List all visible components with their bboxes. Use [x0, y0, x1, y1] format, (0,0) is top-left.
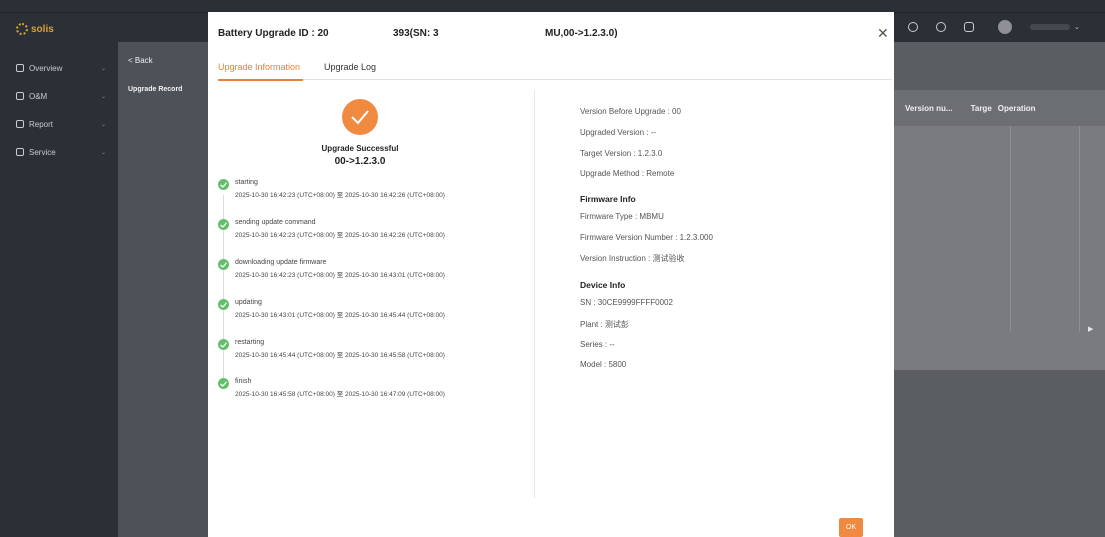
step-time: 2025-10-30 16:45:44 (UTC+08:00) 至 2025-1… — [235, 352, 445, 359]
sidebar-item-service[interactable]: Service ⌄ — [0, 138, 118, 166]
scroll-right-icon[interactable]: ▶ — [1088, 325, 1093, 333]
sun-logo-icon — [16, 23, 28, 35]
chevron-down-icon[interactable]: ⌄ — [1074, 23, 1080, 31]
active-tab-indicator — [218, 79, 303, 81]
dialog-title-part-2: 393(SN: 3 — [393, 28, 439, 39]
logo-text: solis — [31, 23, 54, 35]
step-time: 2025-10-30 16:42:23 (UTC+08:00) 至 2025-1… — [235, 272, 445, 279]
check-circle-icon — [218, 378, 229, 389]
sidebar-item-om[interactable]: O&M ⌄ — [0, 82, 118, 110]
step-name: downloading update firmware — [235, 259, 327, 266]
chat-icon[interactable] — [908, 22, 918, 32]
avatar[interactable] — [998, 20, 1012, 34]
sidebar-item-label: O&M — [29, 91, 48, 101]
chevron-down-icon: ⌄ — [100, 65, 106, 72]
tab-upgrade-log[interactable]: Upgrade Log — [324, 62, 376, 72]
sidebar-item-label: Report — [29, 119, 54, 129]
username-placeholder[interactable] — [1030, 24, 1070, 30]
step-name: sending update command — [235, 219, 316, 226]
device-model: Model : 5800 — [580, 360, 627, 369]
check-circle-icon — [218, 299, 229, 310]
check-circle-icon — [218, 219, 229, 230]
device-series: Series : -- — [580, 340, 615, 349]
sidebar-item-report[interactable]: Report ⌄ — [0, 110, 118, 138]
step-name: starting — [235, 179, 258, 186]
column-header-operation[interactable]: Operation — [998, 104, 1036, 113]
wrench-icon — [16, 92, 24, 100]
chevron-down-icon: ⌄ — [100, 93, 106, 100]
status-title: Upgrade Successful — [321, 144, 399, 153]
firmware-type: Firmware Type : MBMU — [580, 212, 664, 221]
sub-item-upgrade-record[interactable]: Upgrade Record — [128, 86, 182, 93]
version-before-upgrade: Version Before Upgrade : 00 — [580, 107, 681, 116]
step-name: restarting — [235, 339, 265, 346]
sidebar-item-label: Overview — [29, 63, 63, 73]
close-icon[interactable]: ✕ — [877, 25, 889, 42]
ok-button[interactable]: OK — [839, 518, 863, 537]
firmware-version-number: Firmware Version Number : 1.2.3.000 — [580, 233, 713, 242]
sidebar-item-label: Service — [29, 147, 56, 157]
table-column-divider — [1010, 126, 1080, 332]
device-plant: Plant : 测试彭 — [580, 320, 629, 329]
tab-bar: Upgrade Information Upgrade Log — [218, 58, 892, 81]
sidebar: Overview ⌄ O&M ⌄ Report ⌄ Service ⌄ — [0, 42, 118, 537]
table-header: Version nu... Targe Operation — [893, 90, 1105, 126]
header-icons: ⌄ — [908, 20, 1080, 34]
target-version: Target Version : 1.2.3.0 — [580, 149, 663, 158]
report-icon — [16, 120, 24, 128]
chevron-down-icon: ⌄ — [100, 149, 106, 156]
version-instruction: Version Instruction : 测试验收 — [580, 254, 685, 263]
sub-sidebar — [118, 42, 208, 537]
step-name: finish — [235, 378, 252, 385]
status-version-change: 00->1.2.3.0 — [334, 156, 386, 167]
column-divider — [534, 90, 535, 498]
check-circle-icon — [218, 179, 229, 190]
step-time: 2025-10-30 16:43:01 (UTC+08:00) 至 2025-1… — [235, 312, 445, 319]
check-circle-icon — [218, 339, 229, 350]
step-name: updating — [235, 299, 262, 306]
chevron-down-icon: ⌄ — [100, 121, 106, 128]
service-icon — [16, 148, 24, 156]
device-info-heading: Device Info — [580, 280, 626, 290]
step-time: 2025-10-30 16:42:23 (UTC+08:00) 至 2025-1… — [235, 192, 445, 199]
upgrade-dialog: Battery Upgrade ID : 20 393(SN: 3 MU,00-… — [208, 12, 894, 537]
lock-icon[interactable] — [964, 22, 974, 32]
dialog-title-part-1: Battery Upgrade ID : 20 — [218, 28, 329, 39]
success-check-icon — [342, 99, 378, 135]
upgraded-version: Upgraded Version : -- — [580, 128, 657, 137]
column-header-version[interactable]: Version nu... — [905, 104, 953, 113]
dialog-title: Battery Upgrade ID : 20 393(SN: 3 MU,00-… — [218, 28, 618, 39]
step-time: 2025-10-30 16:45:58 (UTC+08:00) 至 2025-1… — [235, 391, 445, 398]
device-sn: SN : 30CE9999FFFF0002 — [580, 298, 673, 307]
tab-upgrade-information[interactable]: Upgrade Information — [218, 62, 300, 72]
grid-icon — [16, 64, 24, 72]
firmware-info-heading: Firmware Info — [580, 194, 636, 204]
dialog-title-part-3: MU,00->1.2.3.0) — [545, 28, 618, 39]
check-circle-icon — [218, 259, 229, 270]
step-time: 2025-10-30 16:42:23 (UTC+08:00) 至 2025-1… — [235, 232, 445, 239]
column-header-target[interactable]: Targe — [971, 104, 992, 113]
upgrade-method: Upgrade Method : Remote — [580, 169, 675, 178]
sidebar-item-overview[interactable]: Overview ⌄ — [0, 54, 118, 82]
help-icon[interactable] — [936, 22, 946, 32]
app-logo[interactable]: solis — [16, 22, 56, 36]
back-link[interactable]: < Back — [128, 56, 153, 65]
